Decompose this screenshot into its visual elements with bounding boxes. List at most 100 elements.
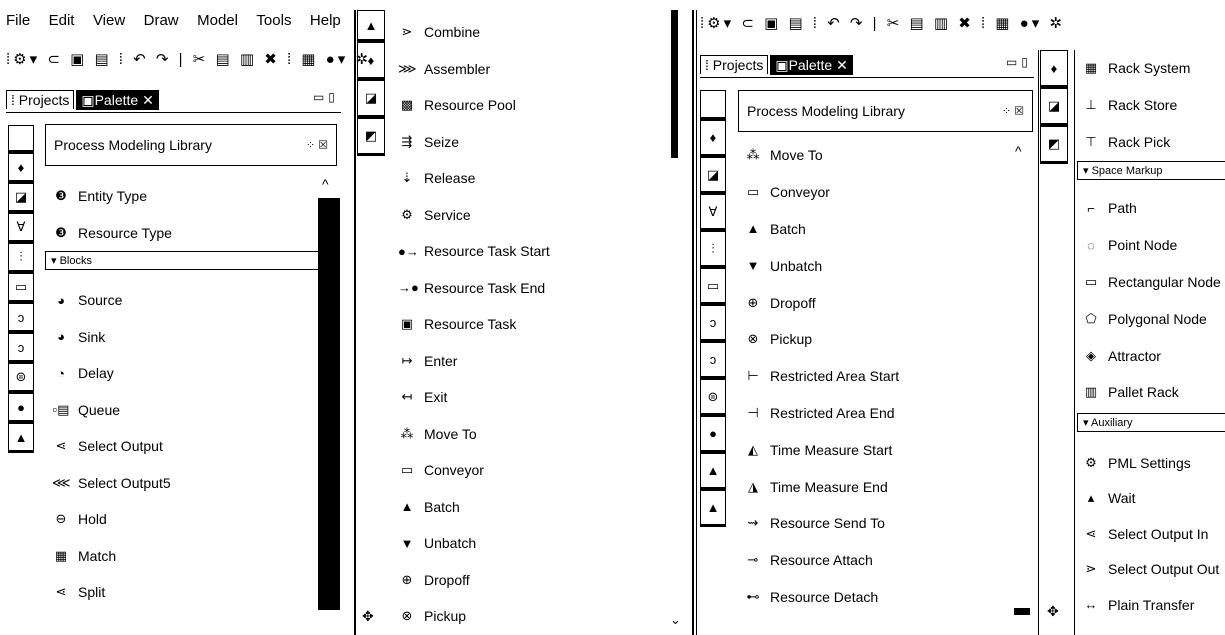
side-tab-blank[interactable]	[700, 90, 726, 120]
list-item[interactable]: ⬠ Polygonal Node	[1082, 300, 1221, 337]
list-item[interactable]: ⊖ Hold	[52, 501, 171, 538]
right-scrollbar-thumb[interactable]	[1014, 608, 1030, 615]
copy-icon[interactable]: ▤	[909, 15, 926, 32]
side-tab-fluid-icon[interactable]: ▲	[700, 453, 726, 490]
list-item[interactable]: ⇣ Release	[398, 160, 550, 197]
undo-icon[interactable]: ↶	[133, 51, 149, 68]
maximize-icon[interactable]: ▯	[1021, 55, 1032, 69]
build-icon[interactable]: ▦	[301, 51, 318, 68]
list-item[interactable]: ◈ Attractor	[1082, 337, 1221, 374]
copy-icon[interactable]: ▤	[215, 51, 232, 68]
new-model-icon[interactable]: ⁞⚙▾	[700, 15, 734, 32]
list-item[interactable]: ⋖ Select Output In	[1082, 516, 1219, 552]
list-item[interactable]: ⊥ Rack Store	[1082, 86, 1190, 123]
list-item[interactable]: ⚙ Service	[398, 197, 550, 234]
list-item[interactable]: ▴ Wait	[1082, 481, 1219, 517]
build-icon[interactable]: ▦	[995, 15, 1012, 32]
list-item[interactable]: ⌐ Path	[1082, 190, 1221, 227]
scroll-down-icon[interactable]: ⌄	[670, 612, 681, 628]
scroll-up-icon[interactable]: ^	[1015, 143, 1022, 159]
list-item[interactable]: ◔ Delay	[52, 355, 171, 392]
list-item[interactable]: ▼ Unbatch	[744, 247, 899, 284]
new-model-icon[interactable]: ⁞⚙▾	[6, 51, 40, 68]
list-item[interactable]: ⊤ Rack Pick	[1082, 123, 1190, 160]
side-tab-paste-icon[interactable]: ◩	[357, 118, 385, 156]
side-tab-presentation-icon[interactable]: ◪	[700, 157, 726, 194]
window-controls[interactable]: ▭▯	[313, 90, 339, 104]
list-item[interactable]: ▲ Batch	[744, 211, 899, 248]
side-tab-copy-icon[interactable]: ◪	[1040, 88, 1068, 126]
list-item[interactable]: ⁂ Move To	[744, 137, 899, 174]
side-tab-controls-icon[interactable]: ▭	[700, 268, 726, 305]
list-item[interactable]: ⋗ Select Output Out	[1082, 552, 1220, 588]
side-tab-ped-icon[interactable]: ●	[8, 393, 34, 423]
menu-model[interactable]: Model	[197, 12, 238, 29]
list-item[interactable]: ◕ Source	[52, 282, 171, 319]
side-tab-statechart-icon[interactable]: ∀	[700, 194, 726, 231]
list-item[interactable]: ❸ Entity Type	[52, 177, 172, 214]
menu-tools[interactable]: Tools	[256, 12, 291, 29]
side-tab-rail-icon[interactable]: ▲	[8, 423, 34, 453]
list-item[interactable]: ⊗ Pickup	[744, 321, 899, 358]
auxiliary-section-header[interactable]: ▾ Auxiliary	[1077, 413, 1225, 432]
redo-icon[interactable]: ↷	[850, 15, 866, 32]
left-scrollbar-thumb[interactable]	[318, 198, 340, 610]
minimize-icon[interactable]: ▭	[313, 90, 328, 104]
debug-icon[interactable]: ✲	[1049, 15, 1065, 32]
cut-icon[interactable]: ✂	[193, 51, 209, 68]
menu-file[interactable]: File	[6, 12, 30, 29]
paste-icon[interactable]: ▥	[240, 51, 257, 68]
side-tab-analysis-icon[interactable]: ⫶	[8, 243, 34, 273]
close-icon[interactable]: ✕	[142, 92, 154, 108]
list-item[interactable]: ▼ Unbatch	[398, 525, 550, 562]
library-close-icon[interactable]: ⁘ ☒	[1002, 105, 1024, 118]
menu-view[interactable]: View	[93, 12, 125, 29]
add-palette-icon[interactable]: ✥	[362, 608, 374, 625]
list-item[interactable]: ❸ Resource Type	[52, 214, 172, 251]
side-tab-paste-icon[interactable]: ◩	[1040, 126, 1068, 164]
blocks-section-header[interactable]: ▾ Blocks	[45, 251, 321, 270]
list-item[interactable]: ↦ Enter	[398, 343, 550, 380]
save-all-icon[interactable]: ▤	[94, 51, 111, 68]
list-item[interactable]: ⁂ Move To	[398, 416, 550, 453]
list-item[interactable]: ▲ Batch	[398, 489, 550, 526]
list-item[interactable]: ↔ Plain Transfer	[1082, 587, 1219, 623]
open-icon[interactable]: ⊂	[47, 51, 63, 68]
list-item[interactable]: ⊷ Resource Detach	[744, 579, 899, 616]
run-icon[interactable]: ●▾	[1020, 15, 1043, 32]
delete-icon[interactable]: ✖	[958, 15, 974, 32]
list-item[interactable]: ▦ Match	[52, 538, 171, 575]
list-item[interactable]: ◭ Time Measure Start	[744, 431, 899, 468]
side-tab-3d-icon[interactable]: ⊜	[8, 363, 34, 393]
menu-draw[interactable]: Draw	[144, 12, 179, 29]
side-tab-pictures-icon[interactable]: ↄ	[8, 333, 34, 363]
list-item[interactable]: ⊢ Restricted Area Start	[744, 358, 899, 395]
side-tab-copy-icon[interactable]: ◪	[357, 80, 385, 118]
list-item[interactable]: ⋖ Select Output	[52, 428, 171, 465]
menu-help[interactable]: Help	[310, 12, 341, 29]
save-icon[interactable]: ▣	[764, 15, 781, 32]
window-controls[interactable]: ▭▯	[1006, 55, 1032, 69]
list-item[interactable]: ▥ Pallet Rack	[1082, 374, 1221, 411]
cut-icon[interactable]: ✂	[887, 15, 903, 32]
side-tab-agent-icon[interactable]: ♦	[8, 153, 34, 183]
library-close-icon[interactable]: ⁘ ☒	[306, 139, 328, 152]
save-all-icon[interactable]: ▤	[788, 15, 805, 32]
save-icon[interactable]: ▣	[70, 51, 87, 68]
list-item[interactable]: ◮ Time Measure End	[744, 468, 899, 505]
side-tab-presentation-icon[interactable]: ◪	[8, 183, 34, 213]
side-tab-rail-icon[interactable]: ▲	[357, 10, 385, 42]
tab-palette[interactable]: ▣Palette ✕	[770, 55, 853, 75]
add-palette-icon[interactable]: ✥	[1047, 603, 1059, 620]
tab-projects[interactable]: ⁞ Projects	[700, 55, 769, 74]
list-item[interactable]: ⇶ Seize	[398, 124, 550, 161]
scroll-up-icon[interactable]: ^	[322, 176, 329, 192]
list-item[interactable]: ⚙ PML Settings	[1082, 445, 1219, 481]
space-markup-section-header[interactable]: ▾ Space Markup	[1077, 161, 1225, 180]
side-tab-agent-icon[interactable]: ♦	[700, 120, 726, 157]
side-tab-agent-icon[interactable]: ♦	[1040, 50, 1068, 88]
side-tab-statechart-icon[interactable]: ∀	[8, 213, 34, 243]
open-icon[interactable]: ⊂	[741, 15, 757, 32]
list-item[interactable]: ▦ Rack System	[1082, 49, 1191, 86]
maximize-icon[interactable]: ▯	[328, 90, 339, 104]
